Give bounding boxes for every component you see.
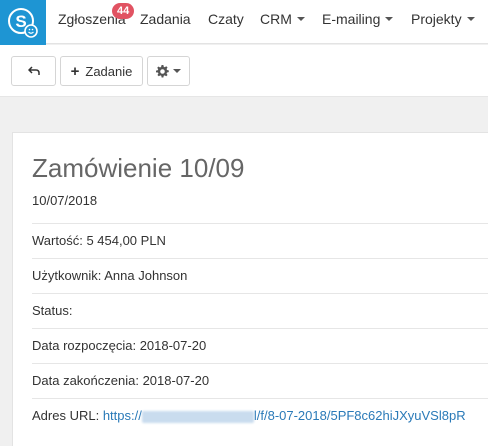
nav-item-label: E-mailing [322, 11, 381, 27]
record-card: Zamówienie 10/09 10/07/2018 Wartość: 5 4… [12, 132, 488, 446]
nav-item-label: Czaty [208, 11, 244, 27]
field-label: Wartość: [32, 233, 83, 248]
record-url-link[interactable]: https:// l/f/8-07-2018/5PF8c62hiJXyuVSl8p… [103, 408, 466, 423]
caret-down-icon [296, 17, 305, 22]
notification-badge: 44 [112, 3, 135, 19]
gear-icon [156, 64, 169, 78]
back-arrow-icon [27, 66, 40, 75]
nav-item-projekty[interactable]: Projekty [411, 0, 475, 44]
add-task-button[interactable]: + Zadanie [60, 56, 143, 86]
url-prefix: https:// [102, 408, 142, 423]
field-label: Status: [32, 303, 73, 318]
field-value: 2018-07-20 [142, 373, 210, 388]
app-logo[interactable]: S [0, 0, 46, 45]
nav-item-emailing[interactable]: E-mailing [322, 0, 394, 44]
nav-item-czaty[interactable]: Czaty [208, 0, 244, 44]
field-label: Data zakończenia: [32, 373, 139, 388]
field-row-end-date: Data zakończenia: 2018-07-20 [32, 363, 488, 398]
record-date: 10/07/2018 [32, 193, 98, 208]
settings-dropdown-button[interactable] [147, 56, 190, 86]
logo-icon: S [8, 7, 38, 38]
back-button[interactable] [11, 56, 56, 86]
nav-item-crm[interactable]: CRM [260, 0, 305, 44]
field-row-user: Użytkownik: Anna Johnson [32, 258, 488, 293]
field-row-start-date: Data rozpoczęcia: 2018-07-20 [32, 328, 488, 363]
page-title: Zamówienie 10/09 [32, 153, 245, 183]
nav-item-label: Projekty [411, 11, 462, 27]
nav-item-label: CRM [260, 11, 292, 27]
caret-down-icon [466, 17, 475, 22]
field-value: 5 454,00 PLN [86, 233, 166, 248]
field-label: Data rozpoczęcia: [32, 338, 137, 353]
plus-icon: + [70, 62, 80, 80]
nav-item-label: Zadania [140, 11, 191, 27]
url-suffix: l/f/8-07-2018/5PF8c62hiJXyuVSl8pR [253, 408, 466, 423]
nav-item-zadania[interactable]: Zadania [140, 0, 191, 44]
caret-down-icon [173, 69, 181, 73]
field-row-url: Adres URL: https:// l/f/8-07-2018/5PF8c62… [32, 398, 488, 433]
toolbar: + Zadanie [0, 45, 488, 97]
field-value: Anna Johnson [104, 268, 188, 283]
field-label: Użytkownik: [32, 268, 102, 283]
caret-down-icon [385, 17, 394, 22]
field-label: Adres URL: [32, 408, 100, 423]
top-navbar: S Zgłoszenia 44 Zadania Czaty CRM E-mail… [0, 0, 488, 45]
add-task-label: Zadanie [85, 63, 133, 79]
field-value: 2018-07-20 [139, 338, 207, 353]
redacted-url-segment [141, 410, 254, 423]
field-row-value: Wartość: 5 454,00 PLN [32, 223, 488, 258]
field-row-status: Status: [32, 293, 488, 328]
